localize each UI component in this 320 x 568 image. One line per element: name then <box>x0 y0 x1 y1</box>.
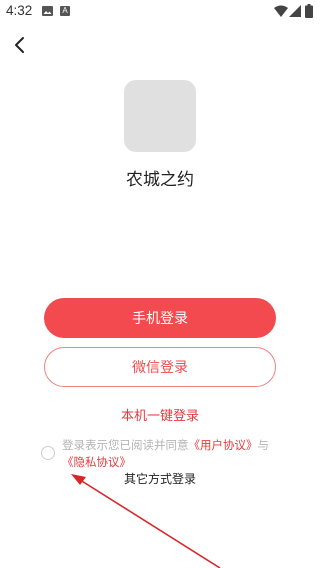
agreement-radio[interactable] <box>41 446 55 460</box>
agreement-and: 与 <box>257 438 270 452</box>
status-time: 4:32 <box>6 3 33 18</box>
agreement-prefix: 登录表示您已阅读并同意 <box>62 438 189 452</box>
wechat-login-button[interactable]: 微信登录 <box>44 347 276 387</box>
one-click-login-link[interactable]: 本机一键登录 <box>0 405 320 424</box>
user-agreement-link[interactable]: 《用户协议》 <box>189 438 258 452</box>
agreement-text-line2: 《隐私协议》 <box>62 454 131 470</box>
battery-icon <box>305 4 313 18</box>
a-notification-icon: A <box>60 6 70 16</box>
privacy-agreement-link[interactable]: 《隐私协议》 <box>62 455 131 469</box>
wifi-icon <box>274 5 288 17</box>
image-icon <box>42 6 53 16</box>
back-arrow-icon[interactable] <box>12 36 30 54</box>
signal-icon <box>289 5 301 17</box>
app-logo <box>124 80 196 152</box>
phone-login-button[interactable]: 手机登录 <box>44 298 276 338</box>
status-bar: 4:32 A <box>0 0 320 24</box>
app-name: 农城之约 <box>126 170 194 190</box>
agreement-text-line1: 登录表示您已阅读并同意《用户协议》与 <box>62 437 269 453</box>
other-login-methods-link[interactable]: 其它方式登录 <box>0 470 320 487</box>
